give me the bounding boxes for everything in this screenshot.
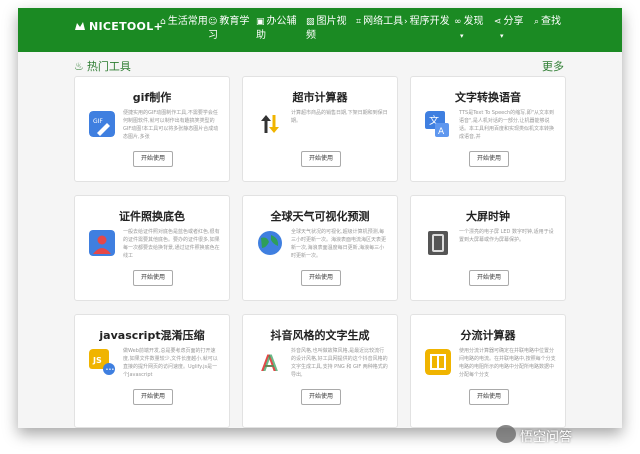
sort-arrows-icon	[261, 115, 279, 133]
start-button[interactable]: 开始使用	[133, 270, 173, 286]
chevron-down-icon: ▾	[460, 32, 464, 40]
glitch-text-icon: AA	[261, 352, 278, 375]
card-title: javascript混淆压缩	[99, 329, 205, 342]
nav-item-search[interactable]: ⌕ 查找	[534, 15, 568, 29]
tool-card-text-to-speech[interactable]: 文字转换语音 文A TTS是Text To Speech的缩写,即"从文本到语音…	[410, 76, 566, 182]
browser-window: NICETOOL+ ⌂ 生活常用 ☺ 教育学习 ▣ 办公辅助 ▨ 图片视频 ⌗ 网络工具 …	[18, 8, 622, 428]
text-to-speech-icon: 文A	[425, 111, 449, 137]
watermark-text: 悟空问答	[520, 430, 573, 445]
card-description: 做Web前端开发,总是要考虑页面的打开速度,如果文件数量较少,文件长度越小,就可…	[123, 348, 218, 378]
image-icon: ▨	[306, 17, 315, 27]
svg-text:JS: JS	[92, 356, 102, 365]
card-title: 分流计算器	[460, 329, 516, 342]
top-navbar: NICETOOL+ ⌂ 生活常用 ☺ 教育学习 ▣ 办公辅助 ▨ 图片视频 ⌗ 网络工具 …	[18, 8, 622, 52]
tool-card-douyin-text[interactable]: 抖音风格的文字生成 AA 抖音风格,也叫做故障风格,是最近比较流行的设计风格,好…	[242, 314, 398, 428]
tool-card-big-clock[interactable]: 大屏时钟 一个漂亮的电子屏 LED 数字时钟,适用于设置到大屏幕或作为屏幕保护。…	[410, 195, 566, 301]
network-icon: ⌗	[356, 17, 362, 27]
gif-icon: GIF	[89, 111, 115, 137]
share-icon: ⋖	[494, 17, 502, 27]
logo-mark-icon	[75, 22, 85, 30]
start-button[interactable]: 开始使用	[301, 270, 341, 286]
home-icon: ⌂	[160, 17, 166, 27]
nav-item-share[interactable]: ⋖ 分享 ▾	[494, 15, 534, 43]
nav-item-network[interactable]: ⌗ 网络工具	[356, 15, 406, 29]
card-description: 一般去给证件照对底色是蓝色或者红色,很有的证件需要其他底色。要办的证件很多,如果…	[123, 229, 220, 259]
nav-item-office[interactable]: ▣ 办公辅助	[256, 15, 306, 43]
user-icon: ☺	[208, 17, 218, 27]
card-description: 一个漂亮的电子屏 LED 数字时钟,适用于设置到大屏幕或作为屏幕保护。	[459, 229, 554, 243]
tool-card-js-minify[interactable]: javascript混淆压缩 JS ••• 做Web前端开发,总是要考虑页面的打开…	[74, 314, 230, 428]
start-button[interactable]: 开始使用	[469, 389, 509, 405]
card-description: 使用分流计算器可确定在并联电路中位置分间电路的电流。在并联电路中,按照每个分支电…	[459, 348, 556, 378]
globe-icon	[258, 231, 282, 255]
start-button[interactable]: 开始使用	[469, 270, 509, 286]
nav-item-image-video[interactable]: ▨ 图片视频	[306, 15, 356, 43]
start-button[interactable]: 开始使用	[133, 389, 173, 405]
section-title: ♨ 热门工具	[74, 60, 131, 73]
start-button[interactable]: 开始使用	[301, 151, 341, 167]
current-divider-icon	[425, 349, 451, 375]
card-title: 抖音风格的文字生成	[270, 329, 370, 342]
card-description: 全球天气状况的可视化,超级计算机预测,每三小时更新一次。海浪表面电流海区天表更新…	[291, 229, 387, 259]
card-title: 证件照换底色	[119, 210, 185, 223]
more-link[interactable]: 更多	[542, 58, 564, 74]
glasses-icon: ∞	[454, 17, 462, 27]
svg-text:•••: •••	[106, 367, 115, 373]
tool-card-global-weather[interactable]: 全球天气可视化预测 全球天气状况的可视化,超级计算机预测,每三小时更新一次。海浪…	[242, 195, 398, 301]
start-button[interactable]: 开始使用	[469, 151, 509, 167]
nav-item-life[interactable]: ⌂ 生活常用	[160, 15, 210, 29]
card-title: 大屏时钟	[466, 210, 510, 223]
card-title: 文字转换语音	[455, 91, 521, 104]
fire-icon: ♨	[74, 60, 84, 73]
briefcase-icon: ▣	[256, 17, 265, 27]
site-logo[interactable]: NICETOOL+	[74, 20, 163, 33]
js-icon: JS •••	[89, 349, 115, 375]
svg-text:A: A	[263, 352, 278, 375]
card-description: 抖音风格,也叫做故障风格,是最近比较流行的设计风格,好工具网提供的这个抖音风格的…	[291, 348, 388, 378]
card-description: 计算超市商品的销售日期,下架日期和到保日期。	[291, 110, 388, 124]
brand-name: NICETOOL	[89, 20, 154, 33]
id-photo-icon	[89, 230, 115, 256]
tool-card-current-divider[interactable]: 分流计算器 使用分流计算器可确定在并联电路中位置分间电路的电流。在并联电路中,按…	[410, 314, 566, 428]
search-icon: ⌕	[534, 17, 540, 27]
card-description: 便捷实用的GIF动图制作工具,不需要学会任何制图软件,就可以制作出有趣搞笑类型的…	[123, 110, 219, 140]
nav-item-discover[interactable]: ∞ 发现 ▾	[454, 15, 494, 43]
card-title: 全球天气可视化预测	[270, 210, 370, 223]
tool-card-gif[interactable]: gif制作 GIF 便捷实用的GIF动图制作工具,不需要学会任何制图软件,就可以…	[74, 76, 230, 182]
nav-item-dev[interactable]: › 程序开发	[404, 15, 454, 29]
start-button[interactable]: 开始使用	[133, 151, 173, 167]
start-button[interactable]: 开始使用	[301, 389, 341, 405]
svg-text:A: A	[438, 127, 445, 137]
tool-card-supermarket-calculator[interactable]: 超市计算器 计算超市商品的销售日期,下架日期和到保日期。 开始使用	[242, 76, 398, 182]
card-description: TTS是Text To Speech的缩写,即"从文本到语音",是人机对话的一部…	[459, 110, 555, 140]
nav-item-education[interactable]: ☺ 教育学习	[208, 15, 258, 43]
digit-clock-icon	[428, 231, 448, 255]
tool-card-id-photo[interactable]: 证件照换底色 一般去给证件照对底色是蓝色或者红色,很有的证件需要其他底色。要办的…	[74, 195, 230, 301]
card-title: 超市计算器	[292, 91, 348, 104]
card-title: gif制作	[132, 91, 172, 104]
code-icon: ›	[404, 17, 408, 27]
chevron-down-icon: ▾	[500, 32, 504, 40]
svg-text:GIF: GIF	[93, 118, 103, 125]
